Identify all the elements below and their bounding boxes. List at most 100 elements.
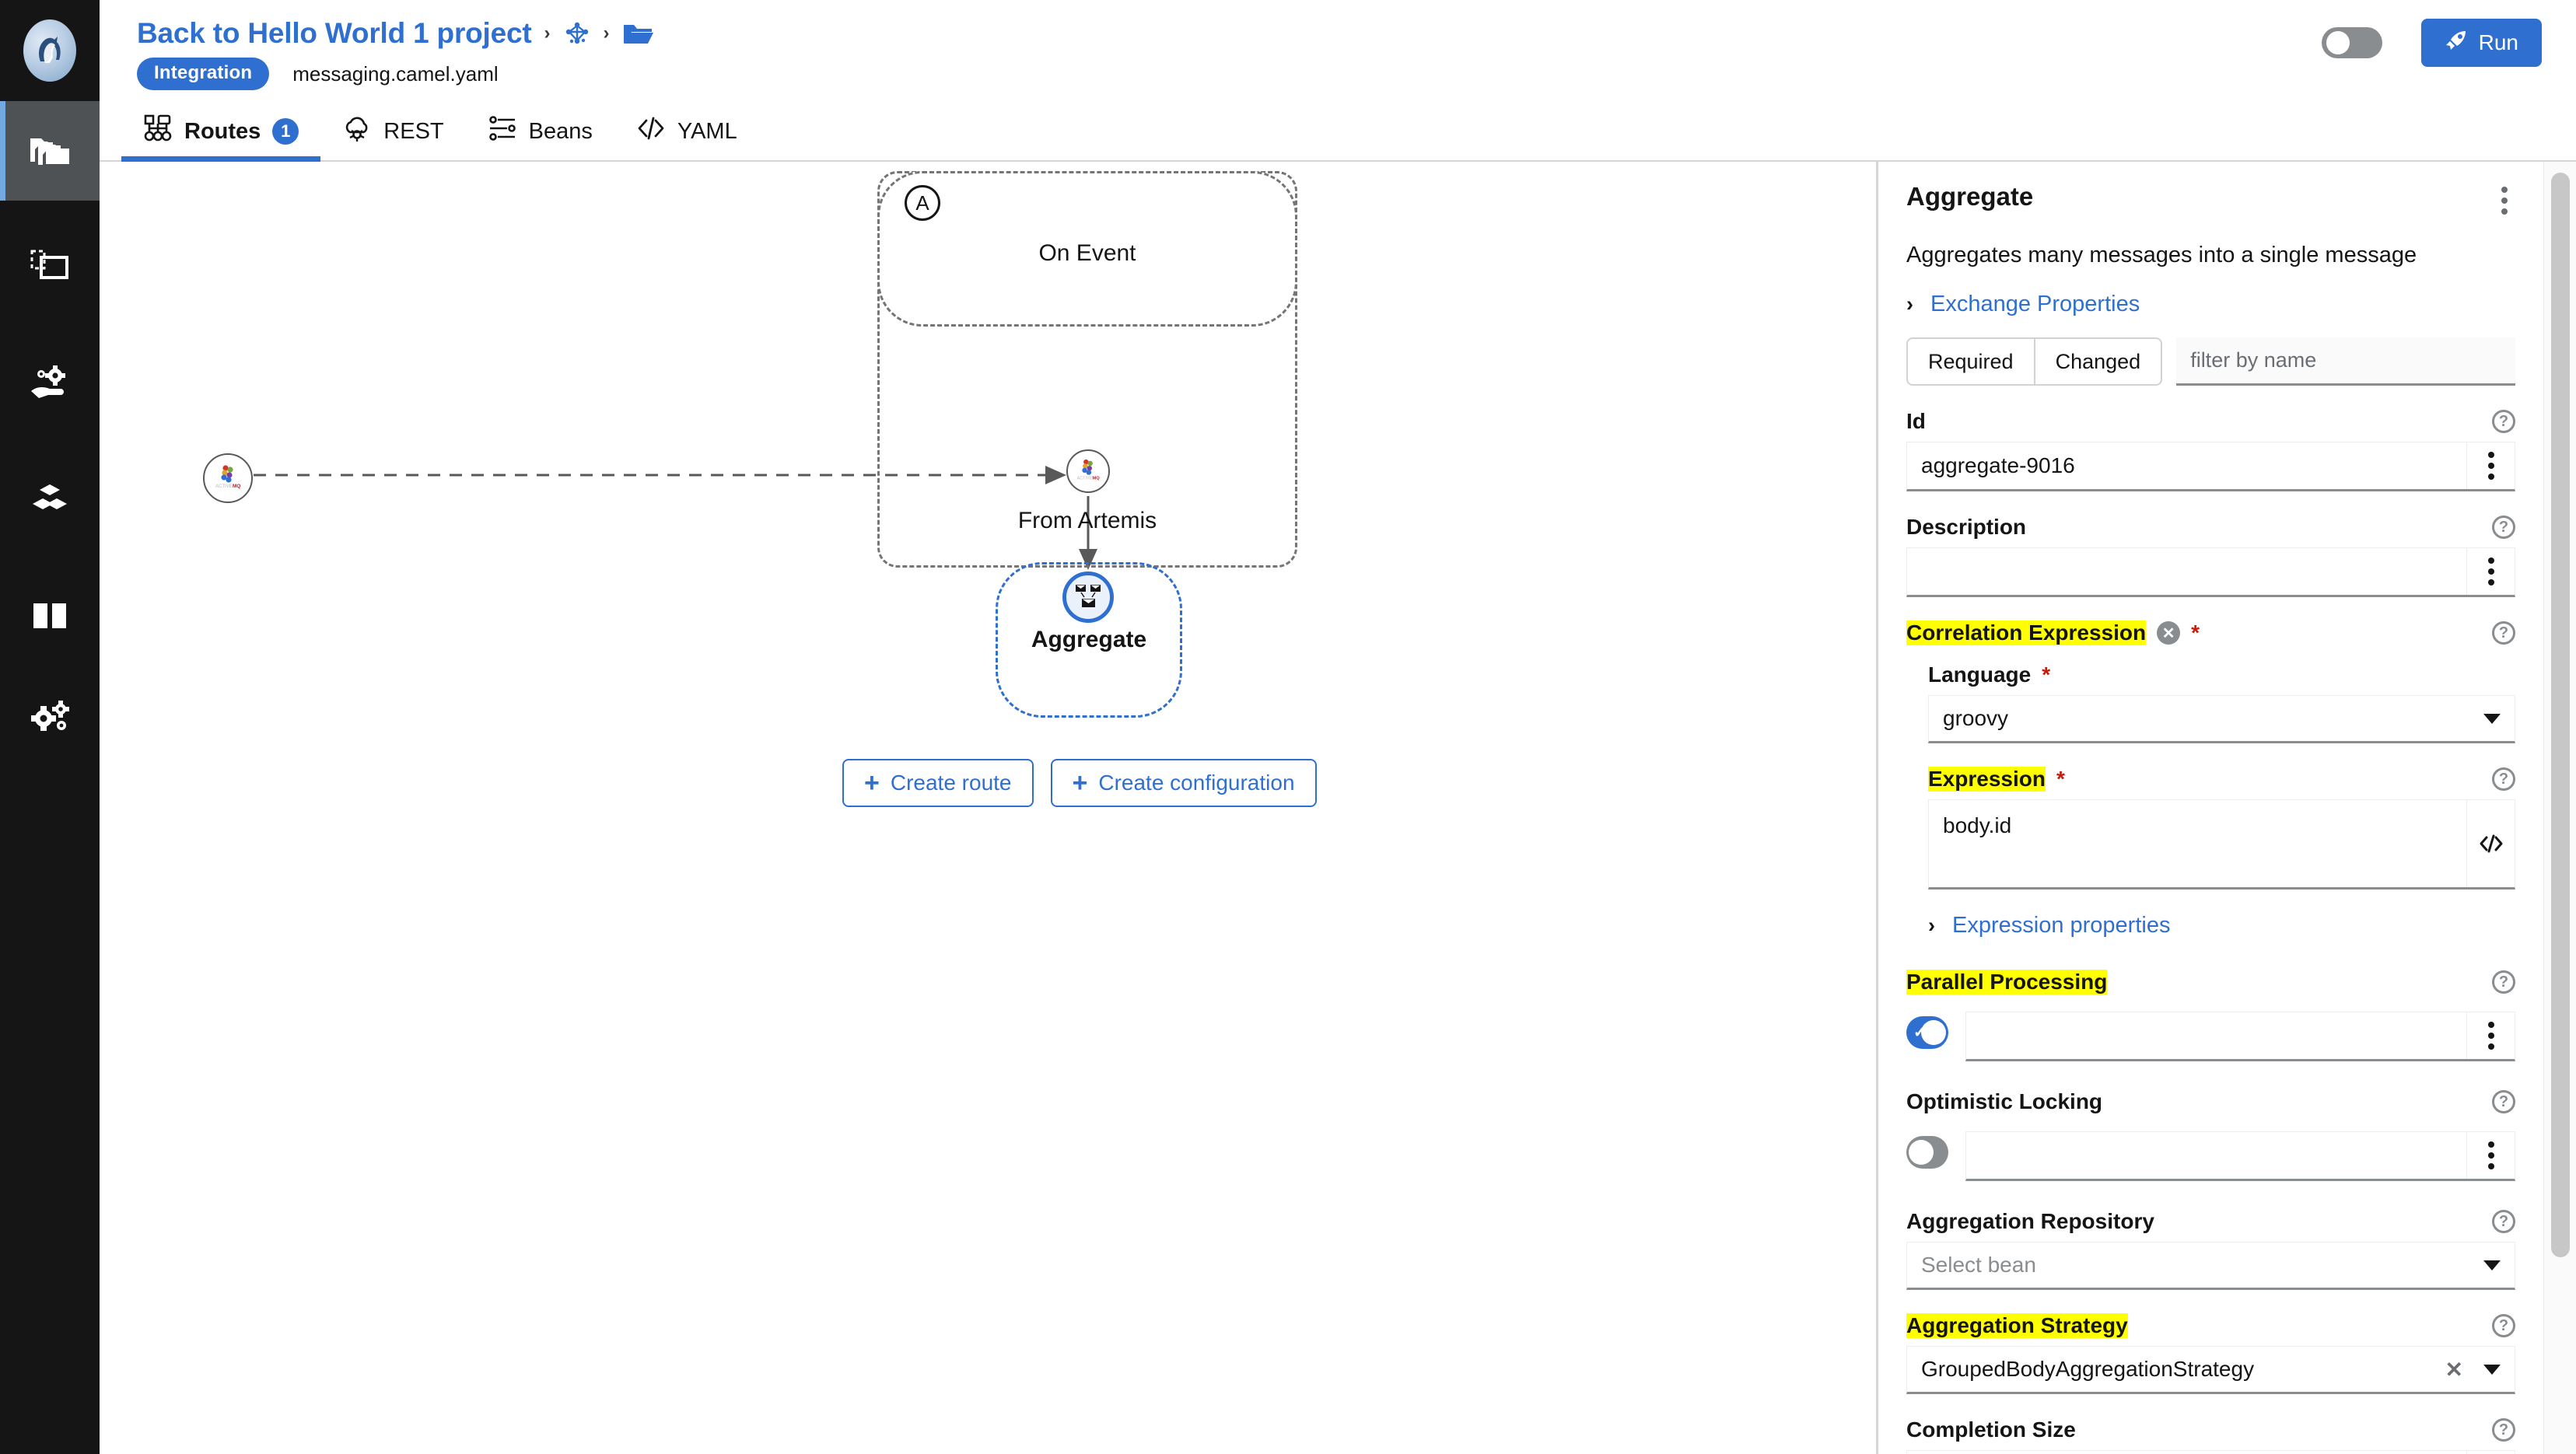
clear-correlation-expression-button[interactable]: ✕ — [2157, 621, 2180, 645]
optimistic-locking-toggle[interactable] — [1906, 1136, 1948, 1169]
aggregation-strategy-value: GroupedBodyAggregationStrategy — [1921, 1357, 2445, 1382]
field-correlation-expression-label: Correlation Expression — [1906, 620, 2146, 645]
field-aggregation-strategy: Aggregation Strategy ? GroupedBodyAggreg… — [1906, 1313, 2515, 1394]
field-language: Language * groovy — [1928, 662, 2515, 743]
field-id-label: Id — [1906, 409, 1926, 434]
book-icon — [31, 600, 68, 635]
node-aggregate-label: Aggregate — [996, 627, 1182, 653]
dark-mode-toggle[interactable] — [2322, 27, 2382, 58]
node-from-artemis[interactable]: ACTIVE MQ — [1066, 449, 1110, 493]
on-event-label: On Event — [880, 240, 1295, 267]
tab-routes[interactable]: Routes 1 — [121, 103, 320, 160]
help-icon[interactable]: ? — [2492, 516, 2515, 539]
node-from-artemis-label: From Artemis — [978, 508, 1196, 534]
chevron-down-icon — [2483, 1260, 2501, 1271]
tab-beans-label: Beans — [529, 119, 593, 145]
completion-size-input[interactable] — [1907, 1451, 2466, 1454]
breadcrumb-separator-2: › — [604, 23, 610, 44]
field-optimistic-locking-label: Optimistic Locking — [1906, 1089, 2102, 1114]
exchange-properties-expander[interactable]: › Exchange Properties — [1906, 292, 2515, 317]
completion-size-field-menu-button[interactable] — [2466, 1451, 2515, 1454]
field-optimistic-locking: Optimistic Locking ? — [1906, 1089, 2515, 1181]
help-icon[interactable]: ? — [2492, 621, 2515, 645]
tab-routes-count: 1 — [272, 118, 299, 145]
panel-header: Aggregate — [1906, 182, 2515, 219]
breadcrumb-back-link[interactable]: Back to Hello World 1 project — [137, 17, 532, 50]
folders-icon — [29, 132, 71, 170]
description-input[interactable] — [1907, 548, 2466, 595]
field-expression: Expression * ? — [1928, 767, 2515, 890]
plus-icon: + — [1073, 770, 1088, 796]
left-rail — [0, 0, 100, 1454]
clear-aggregation-strategy-button[interactable]: ✕ — [2445, 1357, 2463, 1382]
tab-beans[interactable]: Beans — [466, 103, 614, 160]
blocks-icon — [30, 483, 69, 519]
panel-scrollbar-track[interactable] — [2543, 162, 2576, 1454]
help-icon[interactable]: ? — [2492, 1090, 2515, 1113]
sidebar-item-beans[interactable] — [0, 451, 100, 550]
tab-yaml-label: YAML — [677, 119, 737, 145]
expression-properties-label: Expression properties — [1952, 913, 2170, 938]
aggregation-repository-placeholder: Select bean — [1921, 1253, 2483, 1277]
svg-text:MQ: MQ — [1092, 476, 1100, 481]
source-node-activemq[interactable]: ACTIVE MQ — [203, 453, 253, 503]
page-title: Aggregate — [1906, 182, 2033, 211]
create-configuration-label: Create configuration — [1098, 771, 1294, 795]
filter-changed-button[interactable]: Changed — [2035, 337, 2163, 386]
aggregation-strategy-select[interactable]: GroupedBodyAggregationStrategy ✕ — [1906, 1346, 2515, 1394]
field-completion-size-label: Completion Size — [1906, 1417, 2076, 1442]
help-icon[interactable]: ? — [2492, 1418, 2515, 1442]
language-select[interactable]: groovy — [1928, 695, 2515, 743]
svg-text:ACTIVE: ACTIVE — [215, 484, 233, 489]
id-input[interactable] — [1907, 442, 2466, 489]
create-route-label: Create route — [891, 771, 1012, 795]
tab-yaml[interactable]: YAML — [614, 103, 759, 160]
panel-scrollbar-thumb[interactable] — [2551, 173, 2570, 1257]
create-route-button[interactable]: + Create route — [842, 759, 1034, 807]
aggregation-repository-select[interactable]: Select bean — [1906, 1242, 2515, 1290]
filter-required-button[interactable]: Required — [1906, 337, 2035, 386]
help-icon[interactable]: ? — [2492, 1314, 2515, 1337]
sidebar-item-settings[interactable] — [0, 669, 100, 768]
optimistic-locking-field-menu-button[interactable] — [2466, 1132, 2515, 1179]
top-bar: Back to Hello World 1 project › › — [100, 0, 2576, 101]
chevron-right-icon: › — [1928, 915, 1935, 936]
chevron-down-icon — [2483, 1365, 2501, 1375]
expression-textarea[interactable] — [1929, 800, 2466, 887]
aggregate-icon — [1073, 580, 1104, 615]
description-field-menu-button[interactable] — [2466, 548, 2515, 595]
camel-logo-icon — [23, 19, 76, 82]
filter-by-name-input[interactable] — [2176, 337, 2515, 386]
tab-rest[interactable]: REST — [320, 103, 465, 160]
optimistic-locking-input[interactable] — [1966, 1132, 2466, 1179]
help-icon[interactable]: ? — [2492, 1210, 2515, 1233]
route-canvas[interactable]: ACTIVE MQ On Event A — [100, 162, 1876, 1454]
exchange-properties-label: Exchange Properties — [1930, 292, 2140, 317]
help-icon[interactable]: ? — [2492, 767, 2515, 791]
integration-graph-icon[interactable] — [563, 19, 591, 47]
folder-open-icon[interactable] — [622, 21, 653, 46]
parallel-processing-input[interactable] — [1966, 1012, 2466, 1059]
parallel-processing-field-menu-button[interactable] — [2466, 1012, 2515, 1059]
sidebar-item-projects[interactable] — [0, 101, 100, 201]
breadcrumb-separator-1: › — [544, 23, 551, 44]
help-icon[interactable]: ? — [2492, 970, 2515, 994]
canvas-action-buttons: + Create route + Create configuration — [842, 759, 1317, 807]
expression-properties-expander[interactable]: › Expression properties — [1928, 913, 2515, 938]
breadcrumb: Back to Hello World 1 project › › — [137, 17, 653, 50]
create-configuration-button[interactable]: + Create configuration — [1051, 759, 1317, 807]
run-button[interactable]: Run — [2421, 19, 2542, 67]
help-icon[interactable]: ? — [2492, 410, 2515, 433]
beans-list-icon — [488, 114, 517, 149]
sidebar-item-knowledgebase[interactable] — [0, 568, 100, 667]
parallel-processing-toggle[interactable]: ✓ — [1906, 1016, 1948, 1049]
sidebar-item-templates[interactable] — [0, 218, 100, 317]
open-code-editor-button[interactable] — [2466, 800, 2515, 887]
node-aggregate[interactable] — [1062, 571, 1114, 623]
id-field-menu-button[interactable] — [2466, 442, 2515, 489]
field-id: Id ? — [1906, 409, 2515, 491]
sidebar-item-services[interactable] — [0, 334, 100, 434]
chevron-right-icon: › — [1906, 294, 1913, 315]
panel-overflow-menu-button[interactable] — [2494, 182, 2515, 219]
on-event-box[interactable]: On Event — [877, 171, 1297, 327]
